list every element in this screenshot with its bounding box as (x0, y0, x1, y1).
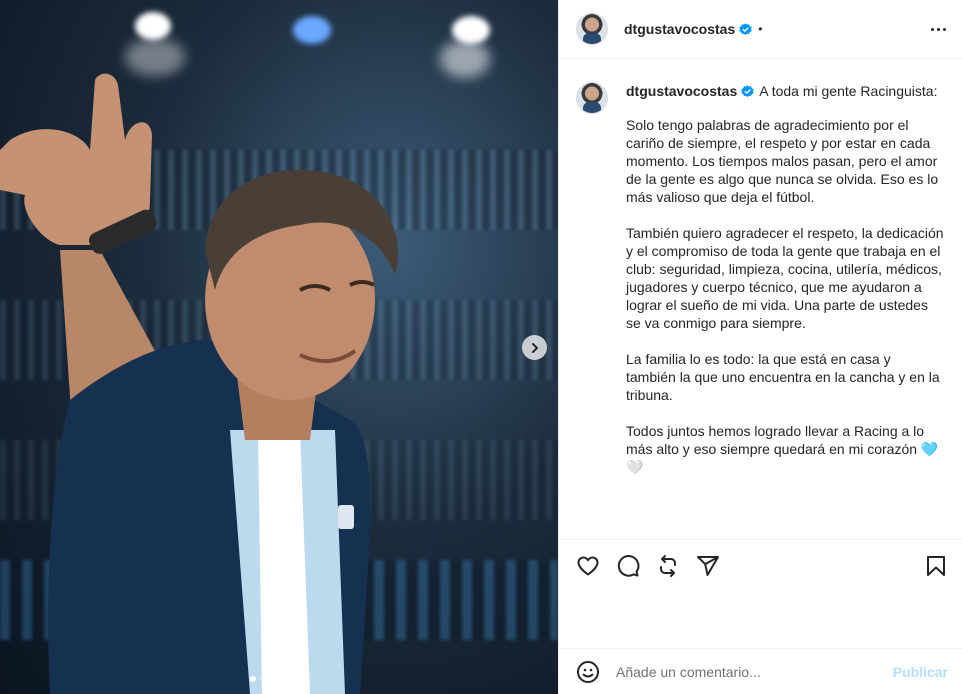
comment-icon[interactable] (616, 554, 640, 578)
carousel-dot (270, 676, 276, 682)
avatar[interactable] (576, 82, 608, 114)
author-username[interactable]: dtgustavocostas (624, 21, 735, 37)
repost-icon[interactable] (656, 554, 680, 578)
caption-row: dtgustavocostas A toda mi gente Racingui… (576, 82, 946, 476)
post-header: dtgustavocostas • (559, 0, 962, 59)
verified-badge-icon (741, 84, 754, 98)
verified-badge-icon (739, 22, 752, 36)
caption-paragraph: También quiero agradecer el respeto, la … (626, 225, 944, 331)
caption-paragraph: Todos juntos hemos logrado llevar a Raci… (626, 423, 939, 475)
more-options-icon[interactable] (931, 27, 946, 31)
caption-text: dtgustavocostas A toda mi gente Racingui… (626, 82, 944, 476)
publish-button[interactable]: Publicar (893, 664, 948, 680)
caption-paragraph: Solo tengo palabras de agradecimiento po… (626, 117, 939, 205)
carousel-next-button[interactable] (522, 335, 547, 360)
chevron-right-icon (531, 342, 538, 353)
caption-intro: A toda mi gente Racinguista: (759, 83, 938, 99)
carousel-dot (280, 676, 286, 682)
comment-bar: Publicar (559, 648, 962, 694)
header-bullet: • (758, 22, 763, 36)
comment-input[interactable] (616, 663, 866, 680)
send-icon[interactable] (696, 554, 720, 578)
coach-waving-photo (0, 73, 398, 694)
heart-icon[interactable] (576, 554, 600, 578)
caption-paragraph: La familia lo es todo: la que está en ca… (626, 351, 940, 403)
caption-scroll-area[interactable]: dtgustavocostas A toda mi gente Racingui… (559, 59, 962, 539)
emoji-icon[interactable] (576, 660, 600, 684)
avatar[interactable] (576, 13, 608, 45)
bookmark-icon[interactable] (924, 554, 948, 578)
carousel-dot (260, 676, 266, 682)
post-actions (559, 539, 962, 591)
post-media[interactable] (0, 0, 558, 694)
carousel-dot (290, 676, 296, 682)
caption-username[interactable]: dtgustavocostas (626, 82, 737, 100)
post-details-panel: dtgustavocostas • dtgustavocostas A toda… (558, 0, 962, 694)
carousel-dot (250, 676, 256, 682)
carousel-indicator (250, 676, 296, 682)
